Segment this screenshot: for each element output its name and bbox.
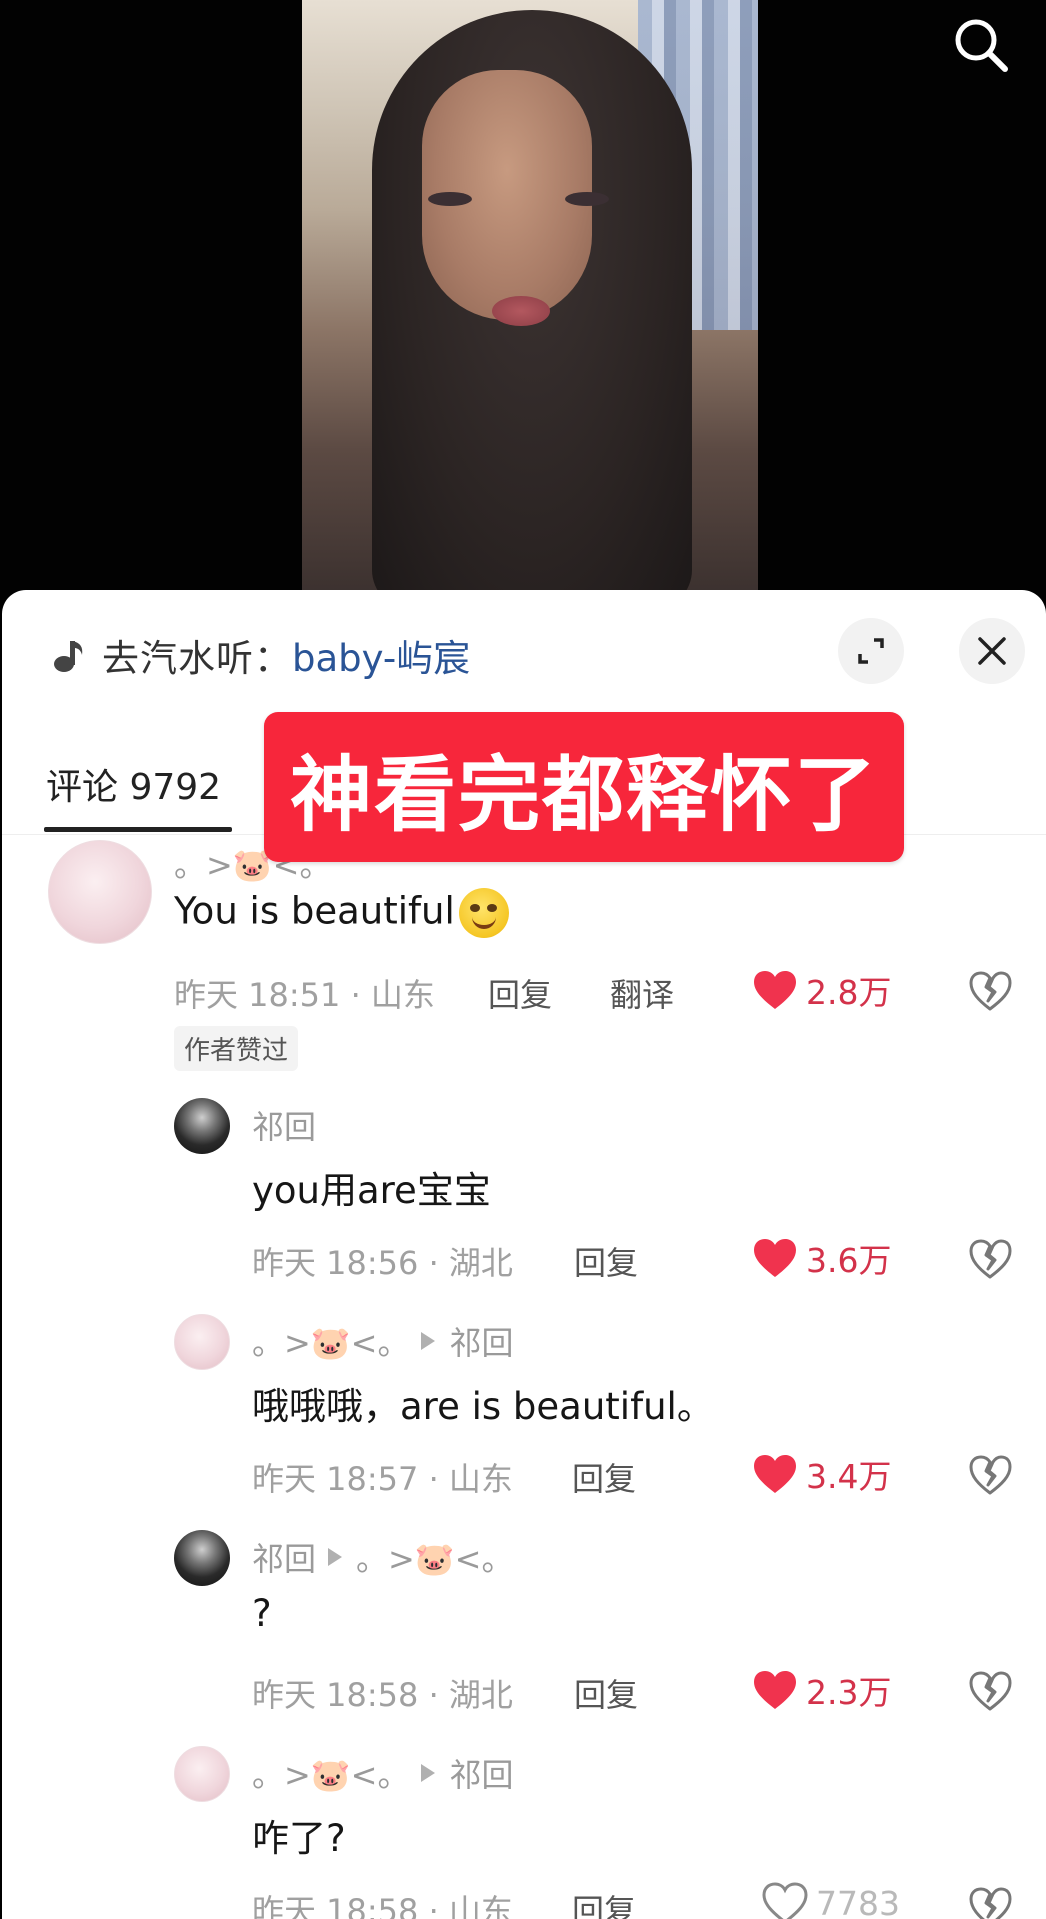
banner-caption: 神看完都释怀了: [264, 712, 904, 862]
broken-heart-icon[interactable]: [968, 1670, 1012, 1712]
like-count: 3.6万: [806, 1241, 892, 1280]
comment-username[interactable]: 祁回 。>🐷<。: [252, 1534, 514, 1580]
avatar[interactable]: [48, 840, 152, 944]
like-button[interactable]: 3.6万: [752, 1234, 891, 1282]
heart-icon: [762, 1882, 808, 1919]
comment-username[interactable]: 祁回: [252, 1102, 316, 1148]
reply-button[interactable]: 回复: [572, 1886, 636, 1919]
video-eye: [428, 192, 472, 206]
reply-button[interactable]: 回复: [488, 970, 552, 1016]
comment-username[interactable]: 。>🐷<。 祁回: [252, 1318, 514, 1364]
comment-time-location: 昨天 18:57 · 山东: [252, 1460, 513, 1498]
reply-button[interactable]: 回复: [574, 1238, 638, 1284]
reply-button[interactable]: 回复: [574, 1670, 638, 1716]
broken-heart-icon[interactable]: [968, 970, 1012, 1012]
video-player[interactable]: [0, 0, 1046, 600]
broken-heart-icon[interactable]: [968, 1454, 1012, 1496]
heart-icon: [754, 1671, 796, 1709]
reply-arrow-icon: [421, 1764, 436, 1782]
reply-arrow-icon: [421, 1332, 436, 1350]
close-icon: [978, 637, 1006, 665]
comment-sheet: 去汽水听： baby-屿宸 评论 9792 。>🐷<。 You is beaut…: [2, 590, 1046, 1919]
comment-username[interactable]: 。>🐷<。 祁回: [252, 1750, 514, 1796]
like-button[interactable]: 7783: [762, 1882, 900, 1919]
music-note-icon: [54, 641, 83, 672]
video-eye: [565, 192, 609, 206]
comment-time-location: 昨天 18:51 · 山东: [174, 976, 435, 1014]
like-button[interactable]: 3.4万: [752, 1450, 891, 1498]
comment-text: ?: [252, 1592, 272, 1635]
author-liked-badge: 作者赞过: [174, 1026, 299, 1071]
broken-heart-icon[interactable]: [968, 1238, 1012, 1280]
comment-time-location: 昨天 18:56 · 湖北: [252, 1244, 513, 1282]
heart-icon: [754, 1239, 796, 1277]
comment-time-location: 昨天 18:58 · 湖北: [252, 1676, 513, 1714]
tab-comments[interactable]: 评论 9792: [46, 758, 221, 810]
comment-text: you用are宝宝: [252, 1169, 491, 1212]
search-button[interactable]: [950, 14, 1012, 76]
comment-text: 咋了?: [252, 1817, 346, 1860]
translate-button[interactable]: 翻译: [610, 970, 674, 1016]
heart-icon: [754, 971, 796, 1009]
expand-icon: [858, 638, 884, 664]
like-count: 7783: [816, 1883, 900, 1919]
like-button[interactable]: 2.3万: [752, 1666, 891, 1714]
avatar[interactable]: [174, 1314, 230, 1370]
video-lips: [492, 296, 550, 326]
comment-time-location: 昨天 18:58 · 山东: [252, 1892, 513, 1919]
like-count: 2.8万: [806, 973, 892, 1012]
expand-button[interactable]: [838, 618, 904, 684]
avatar[interactable]: [174, 1098, 230, 1154]
avatar[interactable]: [174, 1530, 230, 1586]
close-button[interactable]: [959, 618, 1025, 684]
comment-text: You is beautiful: [174, 888, 509, 938]
like-count: 2.3万: [806, 1673, 892, 1712]
search-icon: [955, 19, 1008, 72]
reply-arrow-icon: [328, 1548, 343, 1566]
like-count: 3.4万: [806, 1457, 892, 1496]
song-name[interactable]: baby-屿宸: [292, 628, 470, 682]
smile-emoji-icon: [458, 888, 509, 938]
reply-button[interactable]: 回复: [572, 1454, 636, 1500]
comment-text: 哦哦哦，are is beautiful。: [252, 1385, 714, 1428]
avatar[interactable]: [174, 1746, 230, 1802]
like-button[interactable]: 2.8万: [752, 966, 891, 1014]
heart-icon: [754, 1455, 796, 1493]
music-prefix: 去汽水听：: [102, 637, 292, 680]
broken-heart-icon[interactable]: [968, 1886, 1012, 1919]
music-link[interactable]: 去汽水听： baby-屿宸: [50, 630, 470, 680]
tab-active-indicator: [44, 827, 232, 832]
